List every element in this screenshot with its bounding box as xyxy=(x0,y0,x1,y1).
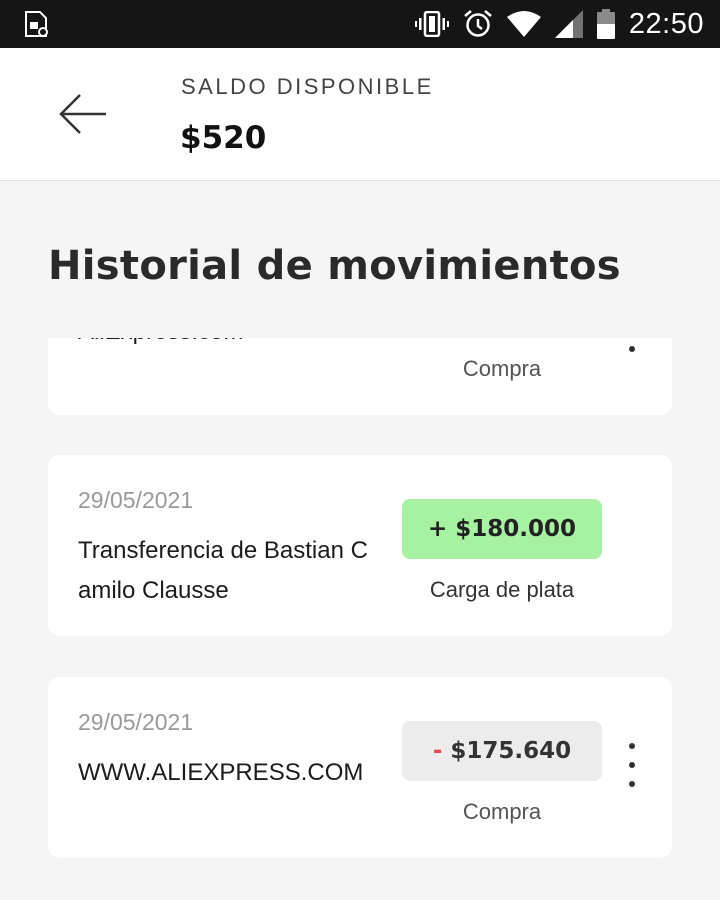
alarm-icon xyxy=(464,10,492,37)
transaction-date: 29/05/2021 xyxy=(78,487,194,513)
status-bar: 22:50 xyxy=(0,0,720,48)
transaction-description: AliExpress.com xyxy=(78,338,368,352)
vibrate-icon xyxy=(414,11,449,37)
app-header: SALDO DISPONIBLE $520 xyxy=(0,48,720,181)
battery-icon xyxy=(596,9,615,39)
balance-label: SALDO DISPONIBLE xyxy=(181,74,434,99)
transaction-date: 29/05/2021 xyxy=(78,709,194,735)
status-time: 22:50 xyxy=(628,7,704,40)
transaction-card[interactable]: 29/05/2021 Transferencia de Bastian Cami… xyxy=(48,455,672,636)
transaction-description: WWW.ALIEXPRESS.COM xyxy=(78,759,364,786)
wifi-icon xyxy=(506,11,541,37)
transaction-card[interactable]: AliExpress.com Compra xyxy=(48,338,672,415)
back-button[interactable] xyxy=(58,92,110,136)
transaction-amount-badge: + $180.000 xyxy=(402,499,602,559)
transaction-type: Carga de plata xyxy=(429,577,575,602)
signal-icon xyxy=(554,10,583,38)
arrow-left-icon xyxy=(59,94,106,134)
amount-sign: + xyxy=(427,516,448,542)
kebab-dot-icon xyxy=(629,346,635,352)
transaction-card[interactable]: 29/05/2021 WWW.ALIEXPRESS.COM - $175.640… xyxy=(48,677,672,858)
balance-amount: $520 xyxy=(180,120,267,156)
amount-value: $175.640 xyxy=(450,738,572,764)
more-options-button[interactable] xyxy=(620,338,644,382)
transaction-type: Compra xyxy=(462,799,542,824)
amount-value: $180.000 xyxy=(455,516,577,542)
transaction-description: Transferencia de Bastian Camilo Clausse xyxy=(78,537,368,604)
kebab-dot-icon xyxy=(629,762,635,768)
transaction-list[interactable]: AliExpress.com Compra 29/05/2021 Transfe… xyxy=(0,338,720,900)
kebab-dot-icon xyxy=(629,743,635,749)
transaction-type: Compra xyxy=(462,356,542,381)
page-title: Historial de movimientos xyxy=(48,243,621,289)
amount-sign: - xyxy=(432,738,443,764)
transaction-amount-badge: - $175.640 xyxy=(402,721,602,781)
kebab-dot-icon xyxy=(629,781,635,787)
more-options-button[interactable] xyxy=(620,741,644,791)
sim-settings-icon xyxy=(25,11,48,37)
